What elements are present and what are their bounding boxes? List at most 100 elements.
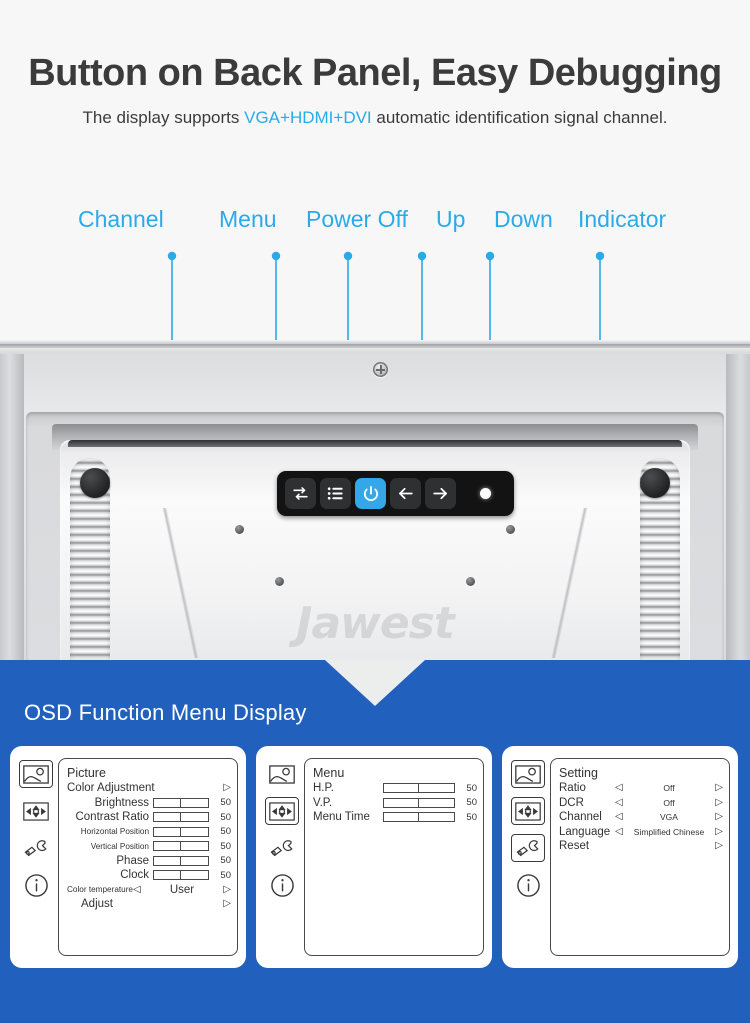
subtitle-highlight: VGA+HDMI+DVI <box>244 108 372 127</box>
power-off-button[interactable] <box>355 478 386 509</box>
osd-row-brightness[interactable]: Brightness 50 <box>67 796 231 811</box>
page-subtitle: The display supports VGA+HDMI+DVI automa… <box>0 108 750 128</box>
callout-label-channel: Channel <box>78 206 164 232</box>
osd-sidebar <box>16 754 56 962</box>
osd-panel-picture[interactable]: Picture Color Adjustment ▷ Brightness 50… <box>10 746 246 968</box>
osd-row-adjust[interactable]: Adjust ▷ <box>67 897 231 912</box>
osd-row-value: 50 <box>220 826 231 838</box>
osd-slider[interactable] <box>153 826 209 837</box>
power-icon <box>361 484 381 504</box>
position-icon[interactable] <box>265 797 299 825</box>
callout-label-indicator: Indicator <box>578 206 667 232</box>
osd-row-menu-time[interactable]: Menu Time 50 <box>313 810 477 825</box>
bezel-screw-icon <box>373 362 388 377</box>
chevron-right-icon[interactable]: ▷ <box>715 812 723 822</box>
subtitle-prefix: The display supports <box>82 108 245 127</box>
chevron-left-icon[interactable]: ◁ <box>133 884 141 895</box>
callout-label-up: Up <box>436 206 466 232</box>
watermark-logo: Jawest <box>296 598 455 649</box>
osd-row-vertical-position[interactable]: Vertical Position 50 <box>67 839 231 854</box>
osd-slider[interactable] <box>383 783 455 794</box>
tools-icon[interactable] <box>265 834 299 862</box>
swap-arrows-icon <box>291 484 310 503</box>
osd-section-heading: OSD Function Menu Display <box>24 700 307 725</box>
callout-label-menu: Menu <box>219 206 277 232</box>
osd-row-label: H.P. <box>313 782 334 795</box>
osd-row-color-adjustment[interactable]: Color Adjustment ▷ <box>67 781 231 796</box>
osd-panel-setting[interactable]: Setting Ratio ◁ Off ▷ DCR ◁ Off ▷ Channe… <box>502 746 738 968</box>
osd-panel-menu[interactable]: Menu H.P. 50 V.P. 50 Menu Time 50 <box>256 746 492 968</box>
chevron-left-icon[interactable]: ◁ <box>615 783 623 793</box>
chevron-right-icon[interactable]: ▷ <box>715 841 723 851</box>
info-icon[interactable] <box>511 871 545 899</box>
chevron-right-icon[interactable]: ▷ <box>223 884 231 895</box>
menu-button[interactable] <box>320 478 351 509</box>
osd-row-language[interactable]: Language ◁ Simplified Chinese ▷ <box>559 825 723 840</box>
down-button[interactable] <box>425 478 456 509</box>
monitor-back-panel-photo: Jawest <box>0 340 750 660</box>
osd-row-value: 50 <box>220 811 231 823</box>
osd-row-clock[interactable]: Clock 50 <box>67 868 231 883</box>
picture-icon[interactable] <box>511 760 545 788</box>
led-dot-icon <box>480 488 491 499</box>
osd-row-label: Channel <box>559 811 602 824</box>
osd-slider[interactable] <box>153 841 209 852</box>
osd-sidebar <box>508 754 548 962</box>
tools-icon[interactable] <box>19 834 53 862</box>
housing-screw <box>506 525 515 534</box>
chevron-right-icon[interactable]: ▷ <box>715 826 723 837</box>
picture-icon[interactable] <box>19 760 53 788</box>
chevron-left-icon[interactable]: ◁ <box>615 812 623 822</box>
osd-panel-body: Setting Ratio ◁ Off ▷ DCR ◁ Off ▷ Channe… <box>550 758 730 956</box>
osd-row-vp[interactable]: V.P. 50 <box>313 796 477 811</box>
chevron-left-icon[interactable]: ◁ <box>615 797 623 808</box>
osd-row-reset[interactable]: Reset ▷ <box>559 839 723 854</box>
position-icon[interactable] <box>511 797 545 825</box>
osd-row-phase[interactable]: Phase 50 <box>67 854 231 869</box>
channel-button[interactable] <box>285 478 316 509</box>
up-button[interactable] <box>390 478 421 509</box>
tools-icon[interactable] <box>511 834 545 862</box>
osd-slider[interactable] <box>153 855 209 866</box>
chevron-right-icon[interactable]: ▷ <box>223 899 231 909</box>
osd-row-value: 50 <box>466 811 477 823</box>
osd-row-color-temperature[interactable]: Color temperature ◁ User ▷ <box>67 883 231 898</box>
picture-icon[interactable] <box>265 760 299 788</box>
chevron-right-icon[interactable]: ▷ <box>715 797 723 808</box>
osd-row-channel[interactable]: Channel ◁ VGA ▷ <box>559 810 723 825</box>
osd-row-label: Menu Time <box>313 811 370 824</box>
osd-sidebar <box>262 754 302 962</box>
osd-row-value: 50 <box>220 869 231 881</box>
info-icon[interactable] <box>265 871 299 899</box>
osd-row-label: Horizontal Position <box>80 827 149 837</box>
osd-slider[interactable] <box>153 870 209 881</box>
housing-screw <box>466 577 475 586</box>
rubber-standoff-left <box>80 468 110 498</box>
rubber-standoff-right <box>640 468 670 498</box>
osd-slider[interactable] <box>153 812 209 823</box>
osd-row-label: Reset <box>559 840 590 853</box>
position-icon[interactable] <box>19 797 53 825</box>
osd-row-label: Color temperature <box>67 885 133 895</box>
osd-panel-title: Picture <box>67 766 106 780</box>
chevron-right-icon[interactable]: ▷ <box>223 783 231 793</box>
osd-row-label: Phase <box>116 854 149 867</box>
chevron-right-icon[interactable]: ▷ <box>715 783 723 793</box>
osd-row-label: V.P. <box>313 796 333 809</box>
osd-row-contrast-ratio[interactable]: Contrast Ratio 50 <box>67 810 231 825</box>
osd-slider[interactable] <box>153 797 209 808</box>
housing-screw <box>235 525 244 534</box>
osd-slider[interactable] <box>383 812 455 823</box>
osd-slider[interactable] <box>383 797 455 808</box>
info-icon[interactable] <box>19 871 53 899</box>
osd-row-hp[interactable]: H.P. 50 <box>313 781 477 796</box>
osd-row-label: Clock <box>120 869 149 882</box>
osd-row-dcr[interactable]: DCR ◁ Off ▷ <box>559 796 723 811</box>
osd-row-label: Ratio <box>559 782 586 795</box>
osd-row-option: VGA <box>660 812 678 823</box>
osd-row-horizontal-position[interactable]: Horizontal Position 50 <box>67 825 231 840</box>
chevron-left-icon[interactable]: ◁ <box>615 826 623 837</box>
osd-row-label: DCR <box>559 796 584 809</box>
osd-panel-title: Setting <box>559 766 598 780</box>
osd-row-ratio[interactable]: Ratio ◁ Off ▷ <box>559 781 723 796</box>
